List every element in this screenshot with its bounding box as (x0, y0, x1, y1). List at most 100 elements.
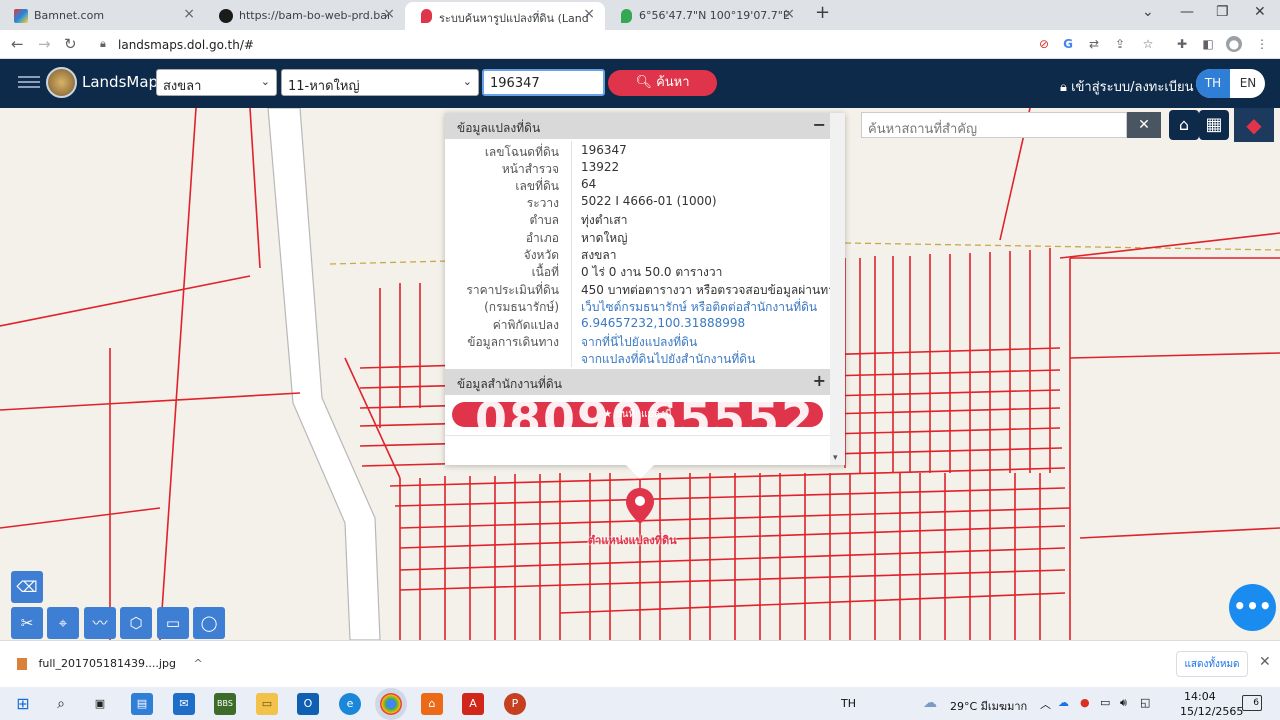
profile-avatar-icon[interactable]: ● (1226, 36, 1242, 52)
eraser-icon[interactable]: ⌫ (11, 571, 43, 603)
extensions-icon[interactable]: ✚ (1174, 36, 1190, 52)
hamburger-menu-icon[interactable] (18, 73, 40, 93)
clear-search-icon[interactable]: ✕ (1127, 112, 1161, 138)
browser-toolbar: ← → ↻ 🔒︎ landsmaps.dol.go.th/# ⊘ G ⇄ ⇪ ☆… (0, 30, 1280, 59)
side-panel-icon[interactable]: ◧ (1200, 36, 1216, 52)
map-marker-icon[interactable] (626, 488, 654, 524)
tab-bam-bo[interactable]: https://bam-bo-web-prd.bam.co × (205, 2, 405, 30)
edge-icon[interactable]: e (339, 693, 361, 715)
info-value: 0 ไร่ 0 งาน 50.0 ตารางวา (581, 265, 723, 279)
close-download-bar-icon[interactable]: ✕ (1259, 654, 1271, 670)
store-icon[interactable]: ▤ (131, 693, 153, 715)
close-icon[interactable]: × (783, 6, 795, 22)
chrome-icon[interactable] (380, 693, 402, 715)
windows-start-icon[interactable]: ⊞ (12, 693, 34, 715)
clock-date[interactable]: 15/12/2565 (1180, 705, 1243, 718)
info-row: ค่าพิกัดแปลง 6.94657232,100.31888998 (445, 316, 830, 333)
lang-th-button[interactable]: TH (1196, 69, 1230, 98)
marker-label: ตำแหน่งแปลงที่ดิน (588, 534, 677, 547)
onedrive-icon[interactable]: ☁ (1058, 696, 1069, 709)
search-button[interactable]: 🔍︎ ค้นหา (608, 70, 717, 96)
layers-icon[interactable]: ◆ (1234, 108, 1274, 142)
download-filename: full_201705181439....jpg (38, 657, 176, 670)
info-row: ระวาง 5022 I 4666-01 (1000) (445, 194, 830, 211)
coordinates-link[interactable]: 6.94657232,100.31888998 (581, 316, 745, 330)
close-icon[interactable]: × (383, 6, 395, 22)
clock-time[interactable]: 14:04 (1184, 690, 1216, 703)
network-icon[interactable]: ◱ (1140, 696, 1150, 709)
antivirus-icon[interactable]: ● (1080, 696, 1090, 709)
parcel-number-input[interactable]: 196347 (482, 69, 605, 96)
tab-landsmaps[interactable]: ระบบค้นหารูปแปลงที่ดิน (LandsMaps × (405, 2, 605, 30)
task-view-icon[interactable]: ▣ (89, 693, 111, 715)
menu-kebab-icon[interactable]: ⋮ (1254, 36, 1270, 52)
info-row: เลขที่ดิน 64 (445, 177, 830, 194)
pin-location-icon[interactable]: ⌖ (47, 607, 79, 639)
directions-to-office-link[interactable]: จากแปลงที่ดินไปยังสำนักงานที่ดิน (581, 350, 755, 369)
info-row: จังหวัด สงขลา (445, 246, 830, 263)
show-all-downloads-button[interactable]: แสดงทั้งหมด (1176, 651, 1248, 677)
close-window-icon[interactable]: ✕ (1254, 4, 1266, 20)
monitor-icon[interactable]: ▭ (1100, 696, 1110, 709)
info-value: 64 (581, 177, 597, 191)
download-item[interactable]: full_201705181439....jpg ^ (17, 657, 203, 670)
weather-text[interactable]: 29°C มีเมฆมาก (950, 697, 1027, 715)
home-app-icon[interactable]: ⌂ (421, 693, 443, 715)
close-icon[interactable]: × (583, 6, 595, 22)
map-pin-favicon-icon (421, 9, 432, 23)
more-options-icon[interactable]: ••• (1229, 584, 1276, 631)
grid-sheet-icon[interactable]: ▦ (1199, 110, 1229, 140)
tab-search-icon[interactable]: ⌄ (1142, 4, 1154, 20)
speaker-icon[interactable]: 🔊︎ (1120, 696, 1127, 710)
address-bar[interactable]: 🔒︎ landsmaps.dol.go.th/# (90, 33, 1025, 57)
province-select[interactable]: สงขลา ⌄ (156, 69, 277, 96)
restore-icon[interactable]: ❐ (1216, 4, 1229, 20)
treasury-website-link[interactable]: เว็บไซต์กรมธนารักษ์ หรือติดต่อสำนักงานที… (581, 298, 817, 317)
notification-count[interactable]: 6 (1242, 695, 1262, 711)
chevron-up-icon[interactable]: ^ (193, 657, 202, 670)
draw-polygon-icon[interactable]: ⬡ (120, 607, 152, 639)
blocked-icon[interactable]: ⊘ (1036, 36, 1052, 52)
lock-icon[interactable]: 🔒︎ (100, 37, 106, 51)
close-icon[interactable]: × (183, 6, 195, 22)
tab-bamnet[interactable]: Bamnet.com × (0, 2, 205, 30)
mail-icon[interactable]: ✉ (173, 693, 195, 715)
collapse-minus-icon[interactable]: − (813, 115, 826, 134)
forward-icon[interactable]: → (38, 35, 51, 53)
back-icon[interactable]: ← (11, 35, 24, 53)
cloud-weather-icon: ☁ (923, 695, 937, 711)
tab-title: https://bam-bo-web-prd.bam.co (239, 9, 389, 22)
draw-circle-icon[interactable]: ◯ (193, 607, 225, 639)
new-tab-button[interactable]: + (815, 2, 830, 23)
search-icon[interactable]: ⌕ (50, 693, 72, 715)
parcel-number-value: 196347 (490, 76, 540, 91)
place-search-input[interactable]: ค้นหาสถานที่สำคัญ (861, 112, 1127, 138)
info-value: 13922 (581, 160, 620, 174)
measure-tools-icon[interactable]: ✂ (11, 607, 43, 639)
input-language[interactable]: TH (841, 697, 856, 710)
tray-chevron-icon[interactable]: ︿ (1040, 696, 1051, 712)
translate-icon[interactable]: ⇄ (1086, 36, 1102, 52)
scroll-down-icon[interactable]: ▾ (833, 453, 838, 463)
tab-google-maps[interactable]: 6°56'47.7"N 100°19'07.7"E - Goo × (605, 2, 805, 30)
file-explorer-icon[interactable]: ▭ (256, 693, 278, 715)
expand-plus-icon[interactable]: + (813, 371, 826, 390)
reload-icon[interactable]: ↻ (64, 35, 77, 53)
minimize-icon[interactable]: — (1180, 4, 1194, 20)
google-icon[interactable]: G (1060, 36, 1076, 52)
panel-pointer (626, 465, 654, 479)
bookmark-star-icon[interactable]: ☆ (1140, 36, 1156, 52)
home-icon[interactable]: ⌂ (1169, 110, 1199, 140)
lang-en-button[interactable]: EN (1231, 69, 1265, 98)
panel-scrollbar[interactable]: ▾ (830, 113, 845, 465)
draw-line-icon[interactable]: 〰 (84, 607, 116, 639)
acrobat-icon[interactable]: A (462, 693, 484, 715)
district-select[interactable]: 11-หาดใหญ่ ⌄ (281, 69, 479, 96)
bbs-app-icon[interactable]: BBS (214, 693, 236, 715)
powerpoint-icon[interactable]: P (504, 693, 526, 715)
outlook-icon[interactable]: O (297, 693, 319, 715)
draw-rectangle-icon[interactable]: ▭ (157, 607, 189, 639)
parcel-info-header[interactable]: ข้อมูลแปลงที่ดิน − (445, 113, 830, 139)
share-icon[interactable]: ⇪ (1112, 36, 1128, 52)
login-register-link[interactable]: 🔒︎ เข้าสู่ระบบ/ลงทะเบียน (1060, 76, 1194, 97)
